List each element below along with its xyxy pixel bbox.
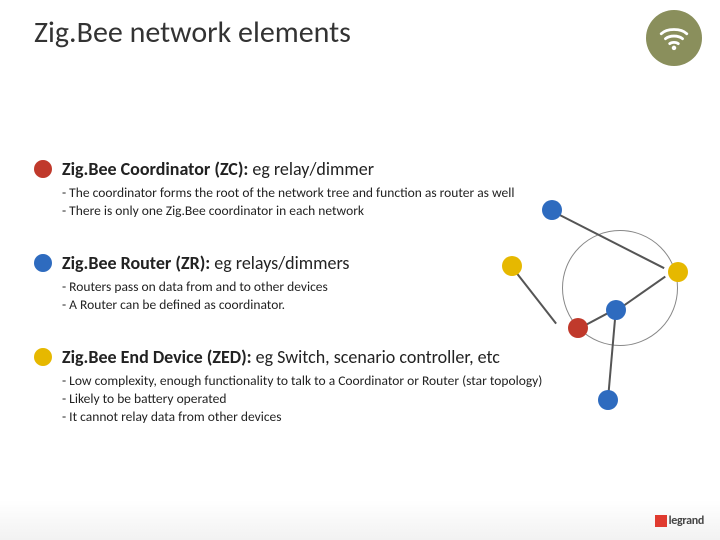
brand-mark-icon (655, 515, 667, 527)
node-icon (668, 262, 688, 282)
node-icon (542, 200, 562, 220)
edge (511, 266, 557, 324)
node-icon (606, 300, 626, 320)
dot-icon (34, 160, 52, 178)
wifi-icon (646, 10, 702, 66)
section-label-bold: Zig.Bee Router (ZR): (62, 252, 210, 274)
node-icon (502, 256, 522, 276)
section-label-rest: eg Switch, scenario controller, etc (256, 346, 500, 368)
node-icon (568, 318, 588, 338)
section-label-bold: Zig.Bee Coordinator (ZC): (62, 158, 248, 180)
section-label-rest: eg relay/dimmer (252, 158, 374, 180)
dot-icon (34, 254, 52, 272)
dot-icon (34, 348, 52, 366)
brand-logo: legrand (655, 514, 704, 528)
brand-text: legrand (669, 514, 704, 528)
section-heading: Zig.Bee Coordinator (ZC): eg relay/dimme… (34, 158, 700, 180)
section-label-rest: eg relays/dimmers (214, 252, 349, 274)
footer-gradient (0, 500, 720, 540)
section-label-bold: Zig.Bee End Device (ZED): (62, 346, 252, 368)
page-title: Zig.Bee network elements (34, 14, 351, 51)
node-icon (598, 390, 618, 410)
network-diagram (502, 200, 702, 400)
bullet: - It cannot relay data from other device… (62, 408, 700, 426)
